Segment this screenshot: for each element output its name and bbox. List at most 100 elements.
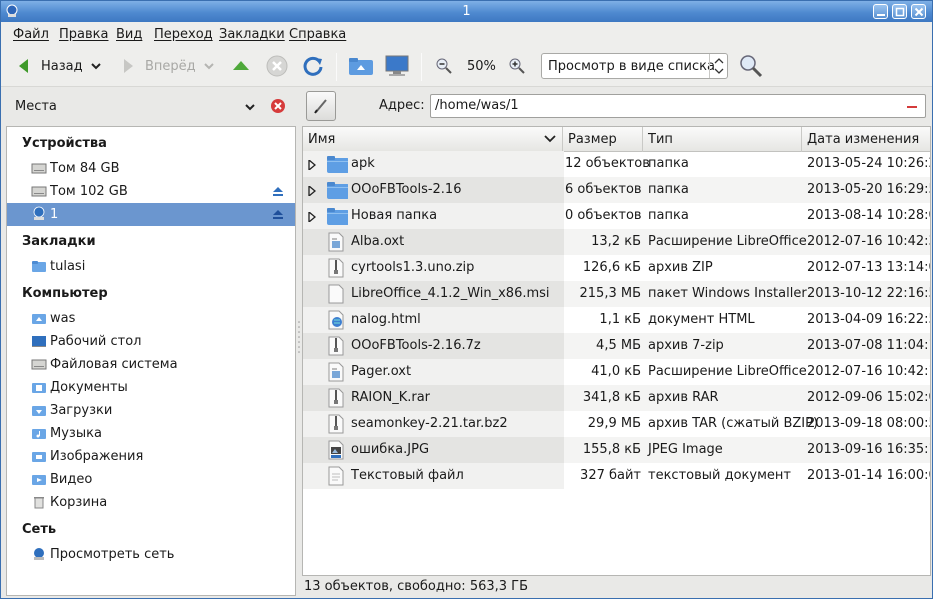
name-cell: Alba.oxt [303, 229, 564, 255]
minimize-button[interactable] [873, 4, 888, 19]
sidebar-item-trash[interactable]: Корзина [7, 491, 295, 514]
name-cell: OOoFBTools-2.16.7z [303, 333, 564, 359]
file-row[interactable]: OOoFBTools-2.16.7z 4,5 МБ архив 7-zip 2013-… [303, 333, 930, 359]
expand-arrow-icon[interactable] [308, 210, 317, 226]
sidebar-item-label: Том 102 GB [50, 184, 128, 199]
pane-splitter[interactable] [297, 317, 301, 357]
computer-header: Компьютер [22, 286, 108, 301]
file-name: cyrtools1.3.uno.zip [351, 260, 475, 275]
trash-icon [34, 497, 44, 509]
file-row[interactable]: cyrtools1.3.uno.zip 126,6 кБ архив ZIP 2012… [303, 255, 930, 281]
menu-go[interactable]: Переход [154, 27, 213, 42]
file-row[interactable]: seamonkey-2.21.tar.bz2 29,9 МБ архив TAR (… [303, 411, 930, 437]
file-row[interactable]: OOoFBTools-2.16 6 объектов папка 2013-05-20… [303, 177, 930, 203]
file-size: 29,9 МБ [587, 416, 641, 431]
address-input[interactable]: /home/was/1 [430, 94, 926, 118]
archive-file-icon [326, 258, 346, 278]
maximize-button[interactable] [892, 4, 907, 19]
menu-edit[interactable]: Правка [59, 27, 108, 42]
sidebar-item-tulasi[interactable]: tulasi [7, 255, 295, 278]
file-modified: 2013-07-08 11:04:17 [807, 338, 930, 353]
sidebar-item-volume-102[interactable]: Том 102 GB [7, 180, 295, 203]
file-row[interactable]: Alba.oxt 13,2 кБ Расширение LibreOffice 201… [303, 229, 930, 255]
reload-button[interactable] [302, 54, 324, 78]
home-button[interactable] [348, 54, 374, 78]
minimize-icon [877, 14, 885, 16]
menu-help[interactable]: Справка [289, 27, 346, 42]
file-size: 12 объектов [565, 156, 650, 171]
zoom-out-button[interactable] [435, 54, 453, 78]
file-modified: 2013-09-18 08:00:51 [807, 416, 930, 431]
forward-button[interactable]: Вперёд [119, 54, 196, 78]
file-row[interactable]: Pager.oxt 41,0 кБ Расширение LibreOffice 20… [303, 359, 930, 385]
forward-history-dropdown[interactable] [202, 54, 216, 78]
documents-folder-icon [32, 383, 46, 393]
file-name: apk [351, 156, 375, 171]
stop-button[interactable] [266, 54, 288, 78]
view-mode-select[interactable]: Просмотр в виде списка [541, 53, 728, 79]
eject-icon[interactable] [272, 209, 284, 220]
music-folder-icon [32, 429, 46, 439]
address-value: /home/was/1 [435, 98, 519, 113]
up-button[interactable] [231, 54, 251, 78]
file-modified: 2013-04-09 16:22:55 [807, 312, 930, 327]
zoom-in-button[interactable] [508, 54, 526, 78]
sidebar-item-videos[interactable]: Видео [7, 468, 295, 491]
menu-bookmarks[interactable]: Закладки [219, 27, 285, 42]
back-button[interactable]: Назад [15, 54, 83, 78]
sidebar-item-pictures[interactable]: Изображения [7, 445, 295, 468]
file-row[interactable]: apk 12 объектовпапка 2013-05-24 10:26:29 [303, 151, 930, 177]
file-row[interactable]: Новая папка 0 объектов папка 2013-08-14 10:… [303, 203, 930, 229]
file-name: RAION_K.rar [351, 390, 431, 405]
zoom-out-icon [436, 58, 452, 74]
file-row[interactable]: RAION_K.rar 341,8 кБ архив RAR 2012-09-06 1… [303, 385, 930, 411]
desktop-icon [32, 336, 46, 347]
close-pane-icon[interactable] [270, 98, 286, 114]
close-button[interactable] [911, 4, 926, 19]
name-cell: Новая папка [303, 203, 564, 229]
sidebar-item-music[interactable]: Музыка [7, 422, 295, 445]
file-row[interactable]: ошибка.JPG 155,8 кБ JPEG Image 2013-09-16 1… [303, 437, 930, 463]
file-type: папка [648, 208, 689, 223]
menu-view[interactable]: Вид [116, 27, 142, 42]
column-header-size[interactable]: Размер [563, 127, 643, 152]
column-header-name[interactable]: Имя [303, 127, 563, 152]
sidebar-item-home[interactable]: was [7, 307, 295, 330]
sidebar-item-network-share[interactable]: 1 [7, 203, 295, 226]
zoom-level-text: 50% [467, 58, 496, 74]
eject-icon[interactable] [272, 186, 284, 197]
sidebar-item-desktop[interactable]: Рабочий стол [7, 330, 295, 353]
back-history-dropdown[interactable] [89, 54, 103, 78]
text-file-icon [326, 466, 346, 486]
title-bar[interactable]: 1 [1, 1, 932, 22]
chevron-down-icon[interactable] [243, 100, 257, 114]
view-mode-spinner[interactable] [709, 54, 727, 78]
folder-icon [326, 206, 349, 226]
sidebar-item-volume-84[interactable]: Том 84 GB [7, 157, 295, 180]
expand-arrow-icon[interactable] [308, 158, 317, 174]
sidebar-item-filesystem[interactable]: Файловая система [7, 353, 295, 376]
html-file-icon [326, 310, 346, 330]
sidebar-item-browse-network[interactable]: Просмотреть сеть [7, 543, 295, 566]
file-type: папка [648, 182, 689, 197]
expand-arrow-icon[interactable] [308, 184, 317, 200]
toolbar: Назад Вперёд 50% Просмотр в виде списка [1, 46, 932, 87]
file-modified: 2013-01-14 16:00:04 [807, 468, 930, 483]
file-row[interactable]: Текстовый файл 327 байт текстовый документ… [303, 463, 930, 489]
menu-file[interactable]: Файл [13, 27, 49, 42]
file-row[interactable]: nalog.html 1,1 кБ документ HTML 2013-04-09 … [303, 307, 930, 333]
sidebar-item-downloads[interactable]: Загрузки [7, 399, 295, 422]
close-icon [914, 7, 924, 17]
search-button[interactable] [738, 54, 764, 78]
clear-address-icon[interactable] [907, 106, 917, 108]
file-name: LibreOffice_4.1.2_Win_x86.msi [351, 286, 550, 301]
sidebar-item-documents[interactable]: Документы [7, 376, 295, 399]
file-name: Alba.oxt [351, 234, 405, 249]
edit-path-button[interactable] [306, 91, 336, 121]
computer-button[interactable] [384, 54, 410, 78]
column-header-modified[interactable]: Дата изменения [802, 127, 930, 152]
file-row[interactable]: LibreOffice_4.1.2_Win_x86.msi 215,3 МБ пак… [303, 281, 930, 307]
column-header-type[interactable]: Тип [643, 127, 802, 152]
name-cell: apk [303, 151, 564, 177]
maximize-icon [895, 7, 905, 17]
